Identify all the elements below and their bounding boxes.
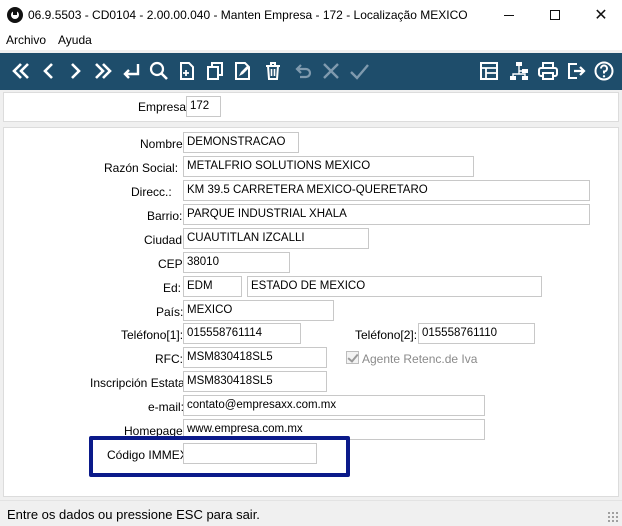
help-icon: [594, 61, 614, 81]
chevron-right-icon: [71, 63, 81, 79]
cep-label: CEP:: [158, 257, 187, 271]
last-record-button[interactable]: [90, 58, 116, 84]
status-bar: Entre os dados ou pressione ESC para sai…: [0, 500, 622, 526]
telefono2-label: Teléfono[2]:: [355, 328, 418, 342]
close-button[interactable]: ✕: [578, 0, 622, 30]
razon-social-label: Razón Social:: [104, 161, 179, 175]
copy-icon: [207, 62, 223, 80]
telefono2-field[interactable]: 015558761110: [418, 323, 535, 344]
app-logo-icon: [7, 7, 23, 23]
ciudad-field[interactable]: CUAUTITLAN IZCALLI: [183, 228, 369, 249]
next-record-button[interactable]: [62, 58, 88, 84]
title-bar: 06.9.5503 - CD0104 - 2.00.00.040 - Mante…: [0, 0, 622, 30]
edit-document-icon: [235, 62, 250, 80]
razon-social-field[interactable]: METALFRIO SOLUTIONS MEXICO: [183, 156, 474, 177]
menu-bar: Archivo Ayuda: [0, 30, 622, 50]
tree-view-button[interactable]: [506, 58, 532, 84]
exit-button[interactable]: [563, 58, 589, 84]
undo-icon: [295, 64, 312, 79]
inscripcion-estatal-label: Inscripción Estatal:: [90, 376, 191, 390]
telefono1-field[interactable]: 015558761114: [183, 323, 301, 344]
empresa-panel: [3, 92, 619, 122]
barrio-field[interactable]: PARQUE INDUSTRIAL XHALA: [183, 204, 590, 225]
print-button[interactable]: [535, 58, 561, 84]
direccion-label: Direcc.:: [131, 185, 172, 199]
window-title: 06.9.5503 - CD0104 - 2.00.00.040 - Mante…: [28, 8, 468, 22]
cancel-button[interactable]: [318, 58, 344, 84]
maximize-icon: [550, 10, 560, 20]
exit-icon: [568, 63, 586, 79]
ed-name-field: ESTADO DE MEXICO: [247, 276, 542, 297]
search-button[interactable]: [146, 58, 172, 84]
status-text: Entre os dados ou pressione ESC para sai…: [7, 507, 260, 522]
nombre-label: Nombre:: [140, 137, 187, 151]
first-record-button[interactable]: [8, 58, 34, 84]
minimize-icon: [504, 14, 514, 16]
empresa-label: Empresa:: [138, 100, 190, 114]
email-label: e-mail:: [148, 400, 185, 414]
trash-icon: [266, 62, 280, 80]
previous-record-button[interactable]: [36, 58, 62, 84]
search-icon: [149, 61, 168, 80]
rfc-field[interactable]: MSM830418SL5: [183, 347, 327, 368]
cep-field[interactable]: 38010: [183, 252, 290, 273]
enter-button[interactable]: [118, 58, 144, 84]
enter-icon: [123, 64, 140, 79]
double-chevron-right-icon: [95, 63, 112, 79]
confirm-button[interactable]: [346, 58, 372, 84]
ciudad-label: Ciudad:: [144, 233, 186, 247]
new-document-icon: [180, 62, 194, 80]
rfc-label: RFC:: [155, 352, 183, 366]
email-field[interactable]: contato@empresaxx.com.mx: [183, 395, 485, 416]
undo-button[interactable]: [290, 58, 316, 84]
barrio-label: Barrio:: [147, 209, 183, 223]
confirm-icon: [350, 64, 369, 80]
menu-archivo[interactable]: Archivo: [0, 33, 52, 47]
telefono1-label: Teléfono[1]:: [121, 328, 184, 342]
grid-layout-icon: [480, 62, 498, 80]
double-chevron-left-icon: [12, 63, 29, 79]
edit-record-button[interactable]: [230, 58, 256, 84]
resize-grip[interactable]: [607, 511, 619, 523]
cancel-icon: [323, 63, 339, 79]
copy-record-button[interactable]: [202, 58, 228, 84]
chevron-left-icon: [43, 63, 53, 79]
menu-ayuda[interactable]: Ayuda: [52, 33, 98, 47]
empresa-field[interactable]: 172: [186, 96, 221, 117]
maximize-button[interactable]: [532, 0, 578, 30]
direccion-field[interactable]: KM 39.5 CARRETERA MEXICO-QUERETARO: [183, 180, 590, 201]
nombre-field[interactable]: DEMONSTRACAO: [183, 132, 299, 153]
ed-code-field[interactable]: EDM: [183, 276, 242, 297]
pais-label: País:: [156, 305, 184, 319]
new-record-button[interactable]: [174, 58, 200, 84]
printer-icon: [538, 62, 558, 80]
ed-label: Ed:: [163, 281, 182, 295]
inscripcion-estatal-field[interactable]: MSM830418SL5: [183, 371, 327, 392]
agente-retencion-checkbox[interactable]: [346, 351, 359, 364]
immex-highlight-box: [89, 436, 350, 477]
toolbar: [0, 53, 622, 90]
minimize-button[interactable]: [486, 0, 532, 30]
help-button[interactable]: [591, 58, 617, 84]
agente-retencion-label: Agente Retenc.de Iva: [362, 352, 478, 366]
pais-field[interactable]: MEXICO: [183, 300, 334, 321]
delete-record-button[interactable]: [260, 58, 286, 84]
layout-button[interactable]: [476, 58, 502, 84]
tree-icon: [510, 62, 528, 80]
